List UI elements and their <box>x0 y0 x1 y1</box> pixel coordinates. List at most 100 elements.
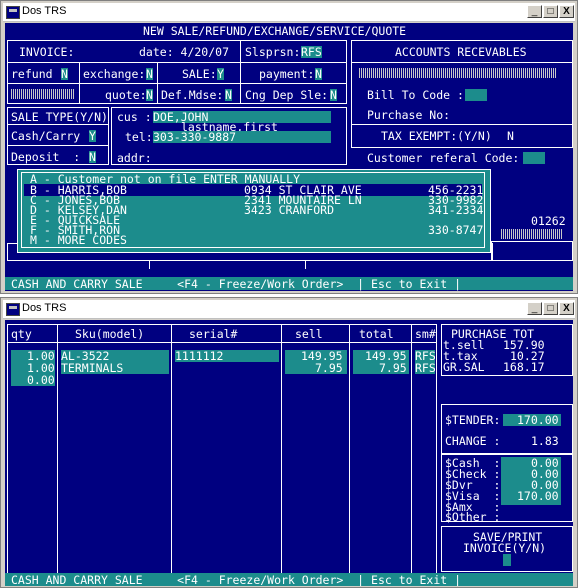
divider <box>281 324 282 574</box>
popup-option-m[interactable]: M - MORE CODES <box>30 234 127 246</box>
dos-screen: qty Sku(model) serial# sell total sm# 1.… <box>5 320 573 586</box>
grsal-value: 168.17 <box>503 360 545 374</box>
customer-lookup-popup: A - Customer not on file ENTER MANUALLY … <box>17 169 491 253</box>
row2-total: 7.95 <box>379 361 407 375</box>
divider <box>240 62 241 104</box>
pay-visa-value[interactable]: 170.00 <box>517 490 559 502</box>
addr-label: addr: <box>117 151 152 165</box>
invoice-yn-label[interactable]: INVOICE(Y/N) <box>463 542 546 554</box>
payment-field[interactable]: N <box>315 68 322 80</box>
change-value: 1.83 <box>531 434 559 448</box>
title-bar[interactable]: Dos TRS _ □ X <box>3 300 575 319</box>
customer-referal-label: Customer referal Code: <box>367 151 520 165</box>
deposit-field[interactable]: N <box>89 151 96 163</box>
popup-phone-d: 341-2334 <box>428 203 484 217</box>
divider <box>157 62 158 104</box>
column-header-sm: sm# <box>415 327 436 341</box>
close-button[interactable]: X <box>559 302 574 315</box>
divider <box>7 342 437 343</box>
bottom-window: Dos TRS _ □ X qty Sku(model) serial# sel… <box>0 297 578 588</box>
column-header-serial: serial# <box>189 327 238 341</box>
screen-header: NEW SALE/REFUND/EXCHANGE/SERVICE/QUOTE <box>143 24 407 38</box>
date-label: date: 4/20/07 <box>139 45 230 59</box>
window-title: Dos TRS <box>22 302 67 314</box>
def-mdse-field[interactable]: N <box>225 89 232 101</box>
record-number: 01262 <box>531 214 566 228</box>
deposit-label: Deposit : <box>11 150 81 164</box>
column-header-total: total <box>359 327 394 341</box>
tax-exempt-value[interactable]: N <box>507 130 514 142</box>
window-title: Dos TRS <box>22 5 67 17</box>
cash-carry-label: Cash/Carry <box>11 129 81 143</box>
divider <box>79 62 80 104</box>
column-header-qty: qty <box>11 327 32 341</box>
grsal-label: GR.SAL <box>443 360 485 374</box>
popup-phone-f: 330-8747 <box>428 223 484 237</box>
refund-label: refund <box>11 67 53 81</box>
status-bar: CASH AND CARRY SALE <F4 - Freeze/Work Or… <box>5 573 573 586</box>
row3-qty[interactable]: 0.00 <box>27 374 55 386</box>
popup-address-d: 3423 CRANFORD <box>244 203 335 217</box>
status-bar: CASH AND CARRY SALE <F4 - Freeze/Work Or… <box>5 277 573 290</box>
divider <box>149 261 150 269</box>
accounts-header: ACCOUNTS RECEVABLES <box>395 45 527 59</box>
pay-other-label: $Other : <box>445 510 501 524</box>
status-text: CASH AND CARRY SALE <F4 - Freeze/Work Or… <box>11 573 462 586</box>
quote-label: quote: <box>105 88 147 102</box>
divider <box>351 62 573 63</box>
bill-to-label: Bill To Code : <box>367 88 464 102</box>
top-window: Dos TRS _ □ X NEW SALE/REFUND/EXCHANGE/S… <box>0 0 578 294</box>
slsprsn-field[interactable]: RFS <box>301 46 322 58</box>
tender-label: $TENDER: <box>445 413 501 427</box>
dos-app-icon <box>6 6 20 19</box>
customer-referal-field[interactable] <box>523 152 545 164</box>
divider <box>7 145 109 146</box>
title-bar[interactable]: Dos TRS _ □ X <box>3 3 575 22</box>
row2-sell[interactable]: 7.95 <box>315 362 343 374</box>
maximize-button[interactable]: □ <box>543 302 558 315</box>
row2-sm[interactable]: RFS <box>415 362 436 374</box>
sale-type-label: SALE TYPE(Y/N) <box>11 110 108 124</box>
divider <box>240 40 241 62</box>
dos-app-icon <box>6 303 20 316</box>
tel-label: tel: <box>125 130 153 144</box>
maximize-button[interactable]: □ <box>543 5 558 18</box>
minimize-button[interactable]: _ <box>527 302 542 315</box>
tender-field[interactable]: 170.00 <box>517 414 559 426</box>
divider <box>349 324 350 574</box>
divider <box>57 324 58 574</box>
invoice-yn-field[interactable] <box>503 554 511 566</box>
invoice-number-hatch <box>11 89 75 99</box>
change-label: CHANGE : <box>445 434 501 448</box>
bill-to-field[interactable] <box>465 89 487 101</box>
sale-field[interactable]: Y <box>217 68 224 80</box>
cng-dep-label: Cng Dep Sle: <box>245 88 329 102</box>
refund-field[interactable]: N <box>61 68 68 80</box>
exchange-field[interactable]: N <box>146 68 153 80</box>
divider <box>171 324 172 574</box>
exchange-label: exchange: <box>83 67 146 81</box>
cash-carry-field[interactable]: Y <box>89 130 96 142</box>
divider <box>411 324 412 574</box>
accounts-hatch <box>359 68 557 78</box>
lower-right-frame <box>491 241 573 261</box>
quote-field[interactable]: N <box>146 89 153 101</box>
right-hatch <box>501 229 563 239</box>
divider <box>351 124 573 125</box>
row1-serial[interactable]: 1111112 <box>175 350 223 362</box>
slsprsn-label: Slsprsn: <box>245 45 301 59</box>
column-header-sell: sell <box>295 327 323 341</box>
row2-sku[interactable]: TERMINALS <box>61 362 123 374</box>
purchase-no-label: Purchase No: <box>367 108 451 122</box>
close-button[interactable]: X <box>559 5 574 18</box>
tax-exempt-label: TAX EXEMPT:(Y/N) <box>381 129 492 143</box>
divider <box>7 124 109 125</box>
divider <box>305 261 306 269</box>
tel-field[interactable]: 303-330-9887 <box>153 131 236 143</box>
payment-label: payment: <box>259 67 315 81</box>
sale-label: SALE: <box>182 67 217 81</box>
cng-dep-field[interactable]: N <box>330 89 337 101</box>
status-text: CASH AND CARRY SALE <F4 - Freeze/Work Or… <box>11 277 462 291</box>
minimize-button[interactable]: _ <box>527 5 542 18</box>
divider <box>7 62 347 63</box>
